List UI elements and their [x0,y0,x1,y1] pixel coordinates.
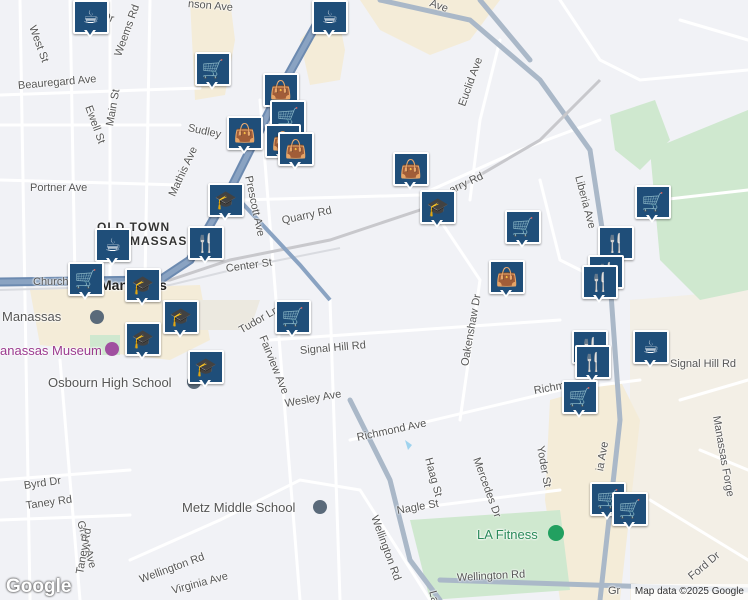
restaurant-pin[interactable]: 🍴 [575,345,611,385]
cafe-pin[interactable]: ☕ [633,330,669,370]
museum-label[interactable]: anassas Museum [0,343,102,358]
school-label[interactable]: Metz Middle School [182,500,295,515]
bag-pin[interactable]: 👜 [489,260,525,300]
cart-pin[interactable]: 🛒 [612,492,648,532]
map-attribution: Map data ©2025 Google [630,584,748,600]
station-label: Manassas [2,309,62,324]
school-pin[interactable]: 🎓 [188,350,224,390]
road-label: Signal Hill Rd [670,358,737,370]
school-pin[interactable]: 🎓 [163,300,199,340]
map-canvas[interactable]: West St Weems Rd Beauregard Ave Ewell St… [0,0,748,600]
road-label: Portner Ave [30,182,88,194]
school-label[interactable]: Osbourn High School [48,375,172,390]
cart-pin[interactable]: 🛒 [275,300,311,340]
district-label: MASSAS [130,234,188,248]
cart-pin[interactable]: 🛒 [635,185,671,225]
restaurant-pin[interactable]: 🍴 [582,265,618,305]
school-pin[interactable]: 🎓 [420,190,456,230]
bag-pin[interactable]: 👜 [278,132,314,172]
bag-pin[interactable]: 👜 [393,152,429,192]
school-pin[interactable]: 🎓 [125,322,161,362]
bag-pin[interactable]: 👜 [227,116,263,156]
cafe-pin[interactable]: ☕ [312,0,348,40]
cart-pin[interactable]: 🛒 [562,380,598,420]
google-logo: Google [6,576,72,597]
cart-pin[interactable]: 🛒 [505,210,541,250]
restaurant-pin[interactable]: 🍴 [188,226,224,266]
cafe-pin[interactable]: ☕ [73,0,109,40]
road-label: Church [33,276,69,288]
school-pin[interactable]: 🎓 [125,268,161,308]
school-pin[interactable]: 🎓 [208,183,244,223]
cart-pin[interactable]: 🛒 [68,262,104,302]
cart-pin[interactable]: 🛒 [195,52,231,92]
gym-label[interactable]: LA Fitness [477,527,538,542]
road-label: Gr [608,585,621,597]
